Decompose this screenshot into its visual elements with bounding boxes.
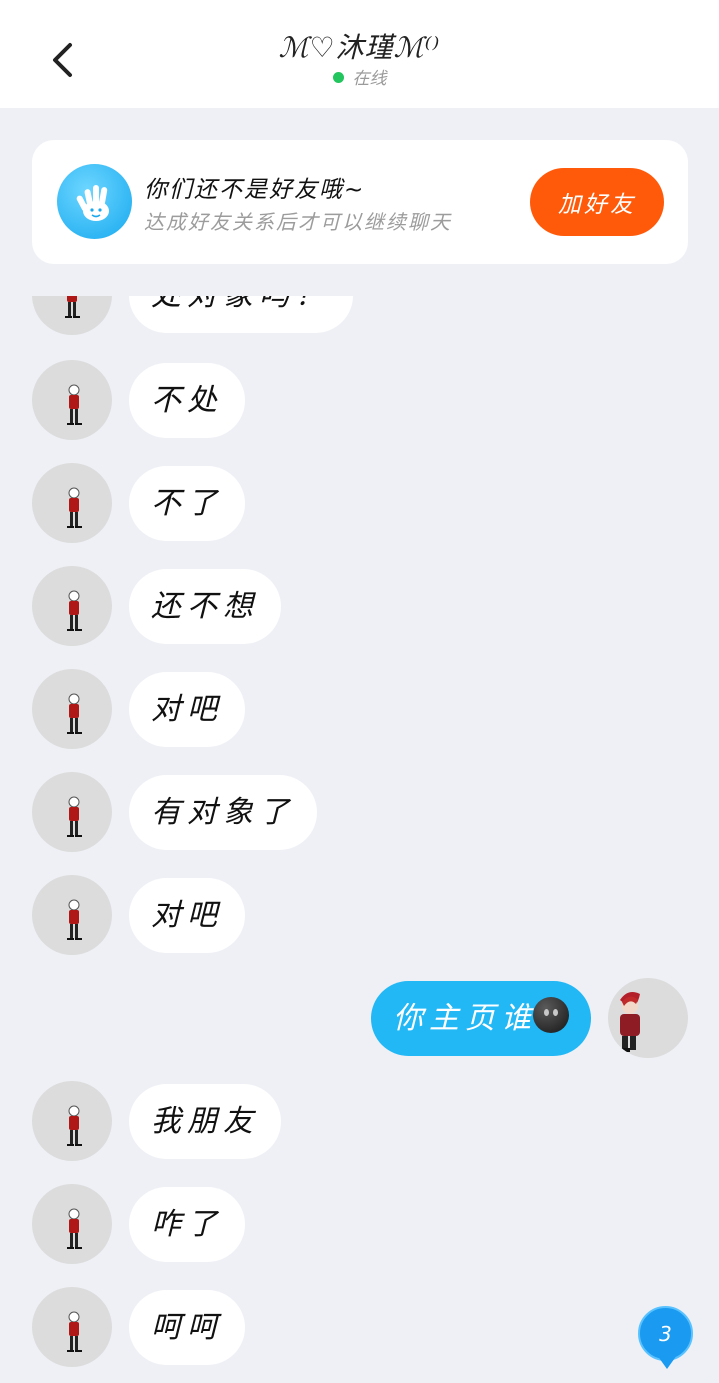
incoming-message[interactable]: 我朋友: [129, 1084, 281, 1159]
message-row: 不处: [0, 360, 719, 440]
notice-title: 你们还不是好友哦~: [144, 177, 366, 203]
avatar-figure-icon: [67, 487, 82, 528]
contact-avatar[interactable]: [32, 1081, 112, 1161]
avatar-figure-icon: [67, 693, 82, 734]
contact-name[interactable]: ℳ♡沐瑾ℳ⁽⁾: [0, 26, 719, 66]
contact-avatar[interactable]: [32, 566, 112, 646]
message-row: 不了: [0, 463, 719, 543]
avatar-figure-icon: [65, 296, 80, 318]
dark-smile-emoji-icon: [533, 997, 569, 1033]
online-status: 在线: [0, 64, 719, 89]
incoming-message[interactable]: 不处: [129, 363, 245, 438]
message-row: 还不想: [0, 566, 719, 646]
incoming-message[interactable]: 呵呵: [129, 1290, 245, 1365]
hand-wave-icon: [57, 164, 132, 239]
outgoing-message[interactable]: 你主页谁: [371, 981, 591, 1056]
incoming-message[interactable]: 处对象吗？: [129, 296, 353, 333]
message-row: 呵呵: [0, 1287, 719, 1367]
incoming-message[interactable]: 不了: [129, 466, 245, 541]
contact-avatar[interactable]: [32, 1287, 112, 1367]
not-friends-notice: 你们还不是好友哦~ 达成好友关系后才可以继续聊天 加好友: [32, 140, 688, 264]
new-message-badge[interactable]: 3: [638, 1306, 693, 1369]
avatar-figure-icon: [67, 590, 82, 631]
avatar-figure-icon: [67, 1311, 82, 1352]
hand-icon-glyph: [76, 184, 109, 221]
notice-subtitle: 达成好友关系后才可以继续聊天: [144, 210, 452, 234]
status-text: 在线: [352, 69, 387, 89]
contact-avatar[interactable]: [32, 463, 112, 543]
message-row: 处对象吗？: [0, 296, 719, 335]
incoming-message[interactable]: 有对象了: [129, 775, 317, 850]
contact-avatar[interactable]: [32, 296, 112, 335]
incoming-message[interactable]: 咋了: [129, 1187, 245, 1262]
online-dot-icon: [332, 72, 344, 83]
avatar-figure-icon: [67, 899, 82, 940]
avatar-figure-icon: [67, 384, 82, 425]
contact-avatar[interactable]: [32, 772, 112, 852]
contact-avatar[interactable]: [32, 1184, 112, 1264]
message-row: 咋了: [0, 1184, 719, 1264]
contact-avatar[interactable]: [32, 360, 112, 440]
contact-avatar[interactable]: [32, 875, 112, 955]
message-row: 对吧: [0, 669, 719, 749]
avatar-character-icon: [620, 992, 640, 1052]
incoming-message[interactable]: 对吧: [129, 878, 245, 953]
avatar-figure-icon: [67, 1105, 82, 1146]
message-list[interactable]: 处对象吗？ 不处 不了: [0, 296, 719, 1383]
chat-header: ℳ♡沐瑾ℳ⁽⁾ 在线: [0, 0, 719, 108]
avatar-figure-icon: [67, 1208, 82, 1249]
message-row: 我朋友: [0, 1081, 719, 1161]
incoming-message[interactable]: 对吧: [129, 672, 245, 747]
avatar-figure-icon: [67, 796, 82, 837]
contact-avatar[interactable]: [32, 669, 112, 749]
outgoing-message-text: 你主页谁: [393, 1001, 537, 1036]
message-row: 对吧: [0, 875, 719, 955]
my-avatar[interactable]: [608, 978, 688, 1058]
message-row-outgoing: 你主页谁: [0, 978, 719, 1058]
add-friend-button[interactable]: 加好友: [530, 168, 664, 236]
message-row: 有对象了: [0, 772, 719, 852]
incoming-message[interactable]: 还不想: [129, 569, 281, 644]
badge-count: 3: [659, 1321, 672, 1346]
